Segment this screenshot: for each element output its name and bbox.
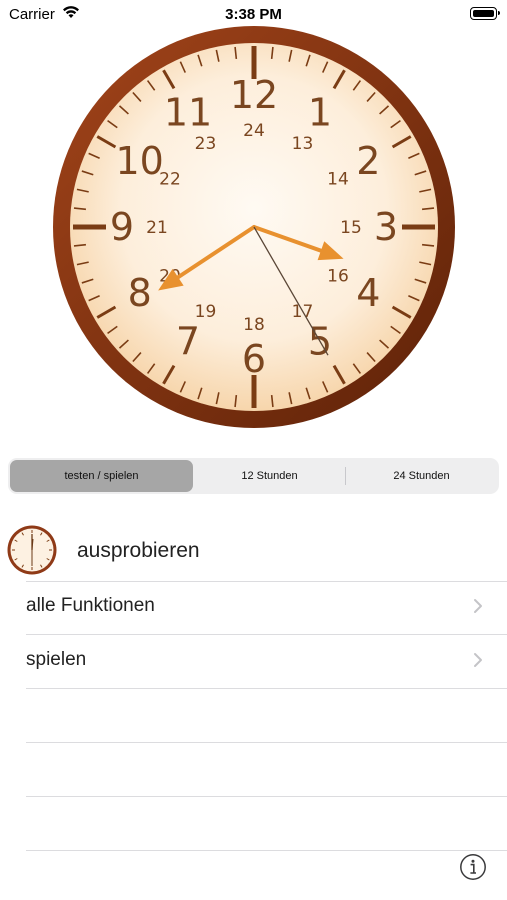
hour-24-numeral: 22 [159, 170, 181, 190]
chevron-right-icon [474, 599, 482, 613]
list-item-label: spielen [26, 649, 87, 670]
hour-numeral: 7 [176, 319, 200, 363]
hour-numeral: 12 [230, 73, 278, 117]
hour-24-numeral: 24 [243, 121, 265, 141]
segment-24-stunden[interactable]: 24 Stunden [346, 460, 497, 492]
status-bar: Carrier 3:38 PM [0, 0, 507, 28]
separator [26, 688, 507, 689]
hour-24-numeral: 14 [327, 170, 349, 190]
info-icon[interactable] [459, 853, 487, 881]
hour-numeral: 6 [242, 337, 266, 381]
list-item-spielen[interactable]: spielen [26, 635, 507, 688]
status-time: 3:38 PM [225, 6, 282, 23]
hour-numeral: 4 [356, 271, 380, 315]
mode-segmented-control[interactable]: testen / spielen 12 Stunden 24 Stunden [8, 458, 499, 494]
clock-thumbnail-icon [7, 525, 57, 575]
hour-24-numeral: 15 [340, 218, 362, 238]
battery-icon [470, 7, 500, 20]
hour-numeral: 1 [308, 91, 332, 135]
hour-numeral: 9 [110, 205, 134, 249]
hour-numeral: 8 [128, 271, 152, 315]
list-item-label: alle Funktionen [26, 595, 155, 616]
hour-numeral: 2 [356, 139, 380, 183]
separator [26, 850, 507, 851]
hour-24-numeral: 19 [195, 302, 217, 322]
section-title: ausprobieren [77, 539, 200, 562]
hour-numeral: 3 [374, 205, 398, 249]
hour-24-numeral: 13 [292, 134, 314, 154]
chevron-right-icon [474, 653, 482, 667]
hour-24-numeral: 16 [327, 267, 349, 287]
hour-24-numeral: 18 [243, 315, 265, 335]
analog-clock[interactable]: 121234567891011241314151617181920212223 [53, 26, 455, 428]
hour-24-numeral: 21 [146, 218, 168, 238]
section-header: ausprobieren [7, 524, 487, 576]
list-item-alle-funktionen[interactable]: alle Funktionen [26, 581, 507, 634]
hour-numeral: 10 [116, 139, 164, 183]
segment-testen-spielen[interactable]: testen / spielen [10, 460, 193, 492]
hour-24-numeral: 23 [195, 134, 217, 154]
separator [26, 796, 507, 797]
separator [26, 742, 507, 743]
hour-numeral: 11 [164, 91, 212, 135]
segment-12-stunden[interactable]: 12 Stunden [193, 460, 346, 492]
